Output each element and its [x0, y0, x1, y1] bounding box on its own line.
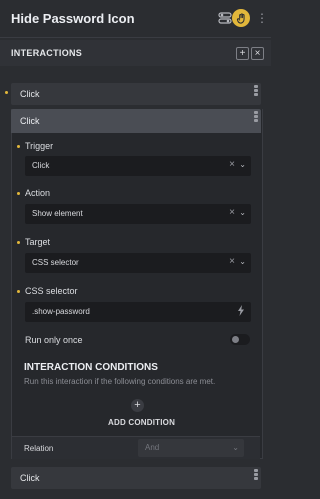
action-select[interactable]: Show element × ⌄	[25, 204, 251, 224]
status-dot	[17, 241, 20, 244]
chevron-down-icon: ⌄	[232, 443, 239, 452]
target-label: Target	[25, 237, 51, 247]
page-title: Hide Password Icon	[11, 11, 135, 26]
hand-icon[interactable]	[232, 9, 250, 27]
chevron-down-icon: ⌄	[239, 160, 246, 169]
add-interaction-button[interactable]: +	[236, 47, 249, 60]
status-dot	[17, 145, 20, 148]
clear-icon[interactable]: ×	[229, 159, 235, 170]
drag-handle-icon[interactable]	[254, 111, 259, 123]
section-title: INTERACTIONS	[11, 48, 83, 58]
interaction-label: Click	[20, 89, 40, 99]
interaction-item[interactable]: Click	[11, 83, 261, 105]
input-value: .show-password	[32, 307, 90, 316]
interaction-item[interactable]: Click	[11, 467, 261, 489]
relation-row: Relation And ⌄	[12, 436, 260, 459]
drag-handle-icon[interactable]	[254, 85, 259, 97]
select-value: Show element	[32, 209, 83, 218]
bolt-icon[interactable]	[237, 305, 245, 319]
run-once-label: Run only once	[25, 335, 83, 345]
trigger-select[interactable]: Click × ⌄	[25, 156, 251, 176]
clear-interactions-button[interactable]: ×	[251, 47, 264, 60]
chevron-down-icon: ⌄	[239, 257, 246, 266]
run-once-toggle[interactable]	[230, 334, 250, 345]
relation-select[interactable]: And ⌄	[138, 439, 244, 457]
plus-icon[interactable]: +	[131, 399, 144, 412]
status-dot	[17, 192, 20, 195]
interactions-section-header: INTERACTIONS + ×	[0, 40, 271, 66]
action-label: Action	[25, 188, 51, 198]
select-value: Click	[32, 161, 50, 170]
css-selector-label: CSS selector	[25, 286, 78, 296]
more-icon[interactable]: ⋮	[256, 11, 270, 25]
trigger-label: Trigger	[25, 141, 54, 151]
toggle-knob	[232, 336, 239, 343]
status-dot	[5, 91, 8, 94]
css-selector-input[interactable]: .show-password	[25, 302, 251, 322]
status-dot	[17, 290, 20, 293]
select-value: And	[145, 443, 160, 452]
drag-handle-icon[interactable]	[254, 469, 259, 481]
clear-icon[interactable]: ×	[229, 207, 235, 218]
clear-icon[interactable]: ×	[229, 256, 235, 267]
target-select[interactable]: CSS selector × ⌄	[25, 253, 251, 273]
conditions-title: INTERACTION CONDITIONS	[24, 362, 158, 373]
select-value: CSS selector	[32, 258, 79, 267]
panel-header: Hide Password Icon ⋮	[0, 0, 271, 38]
interaction-label: Click	[20, 473, 40, 483]
chevron-down-icon: ⌄	[239, 208, 246, 217]
interaction-item-expanded[interactable]: Click	[11, 109, 261, 133]
conditions-description: Run this interaction if the following co…	[24, 377, 216, 386]
relation-label: Relation	[24, 444, 54, 453]
add-condition-button[interactable]: ADD CONDITION	[108, 418, 175, 427]
interaction-label: Click	[20, 116, 40, 126]
toggle-icon[interactable]	[218, 11, 232, 25]
